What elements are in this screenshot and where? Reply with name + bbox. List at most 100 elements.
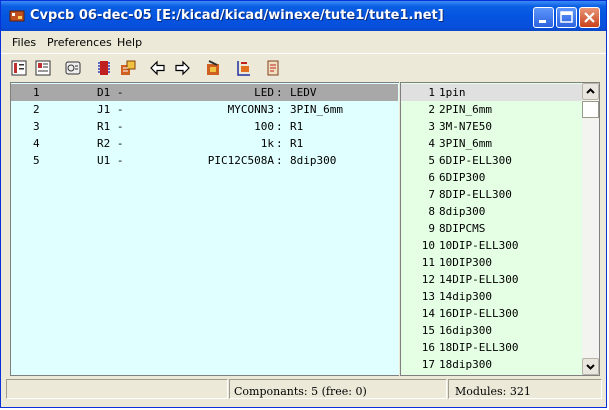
module-number: 15 bbox=[421, 324, 435, 337]
footprint-separator: : bbox=[276, 154, 283, 167]
modules-list[interactable]: 1 1pin 2 2PIN_6mm 3 3M-N7E50 4 3PIN_6mm 5 6DIP-EL… bbox=[400, 82, 600, 376]
component-reference: U1 - bbox=[97, 154, 124, 167]
component-row[interactable]: 4 R2 - 1k: R1 bbox=[11, 135, 398, 152]
module-icon[interactable] bbox=[95, 59, 113, 77]
components-count: Componants: 5 (free: 0) bbox=[234, 385, 367, 398]
module-row[interactable]: 16 18DIP-ELL300 bbox=[401, 339, 582, 356]
module-name: 3M-N7E50 bbox=[439, 120, 492, 133]
component-number: 3 bbox=[33, 120, 40, 133]
component-row[interactable]: 5 U1 - PIC12C508A:8dip300 bbox=[11, 152, 398, 169]
netlist-icon[interactable] bbox=[10, 59, 28, 77]
component-value: 100 bbox=[254, 120, 274, 133]
module-number: 13 bbox=[421, 290, 435, 303]
prev-arrow-icon[interactable] bbox=[149, 59, 167, 77]
next-arrow-icon[interactable] bbox=[173, 59, 191, 77]
menu-files[interactable]: Files bbox=[12, 36, 36, 49]
component-value: MYCONN3 bbox=[227, 103, 274, 116]
module-number: 9 bbox=[428, 222, 435, 235]
module-row[interactable]: 14 16DIP-ELL300 bbox=[401, 305, 582, 322]
module-name: 18DIP-ELL300 bbox=[439, 341, 519, 354]
title-bar[interactable]: Cvpcb 06-dec-05 [E:/kicad/kicad/winexe/t… bbox=[1, 1, 606, 31]
toolbar bbox=[1, 53, 606, 82]
module-name: 1pin bbox=[439, 86, 466, 99]
module-row[interactable]: 4 3PIN_6mm bbox=[401, 135, 582, 152]
save-icon[interactable] bbox=[34, 59, 52, 77]
module-row[interactable]: 15 16dip300 bbox=[401, 322, 582, 339]
module-row[interactable]: 1 1pin bbox=[401, 84, 582, 101]
component-reference: R2 - bbox=[97, 137, 124, 150]
cvpcb-window: Cvpcb 06-dec-05 [E:/kicad/kicad/winexe/t… bbox=[0, 0, 607, 408]
component-row[interactable]: 3 R1 - 100: R1 bbox=[11, 118, 398, 135]
component-value: PIC12C508A bbox=[207, 154, 274, 167]
module-row[interactable]: 2 2PIN_6mm bbox=[401, 101, 582, 118]
footprint-separator: : bbox=[276, 86, 283, 99]
minimize-button[interactable] bbox=[533, 7, 554, 28]
module-number: 3 bbox=[428, 120, 435, 133]
module-number: 16 bbox=[421, 341, 435, 354]
components-list[interactable]: 1 D1 - LED: LEDV 2 J1 - MYCONN3:3PIN_6mm 3 R1 -1… bbox=[10, 82, 399, 376]
status-field-modules: Modules: 321 bbox=[448, 379, 602, 399]
module-row[interactable]: 10 10DIP-ELL300 bbox=[401, 237, 582, 254]
module-name: 16DIP-ELL300 bbox=[439, 307, 519, 320]
module-name: 8DIP-ELL300 bbox=[439, 188, 512, 201]
module-name: 14dip300 bbox=[439, 290, 492, 303]
scroll-down-button[interactable] bbox=[582, 358, 599, 375]
app-icon bbox=[9, 10, 25, 22]
module-row[interactable]: 8 8dip300 bbox=[401, 203, 582, 220]
component-number: 5 bbox=[33, 154, 40, 167]
module-row[interactable]: 7 8DIP-ELL300 bbox=[401, 186, 582, 203]
close-icon bbox=[584, 12, 595, 23]
component-reference: R1 - bbox=[97, 120, 124, 133]
scroll-thumb[interactable] bbox=[582, 101, 599, 118]
auto-assoc-icon[interactable] bbox=[119, 59, 137, 77]
module-name: 8DIPCMS bbox=[439, 222, 486, 235]
scroll-up-button[interactable] bbox=[582, 83, 599, 100]
component-footprint: LEDV bbox=[290, 86, 317, 99]
status-field-blank bbox=[6, 379, 228, 399]
module-name: 2PIN_6mm bbox=[439, 103, 492, 116]
module-number: 1 bbox=[428, 86, 435, 99]
footprint-separator: : bbox=[276, 103, 283, 116]
close-button[interactable] bbox=[579, 7, 600, 28]
chevron-up-icon bbox=[586, 88, 595, 94]
status-field-components: Componants: 5 (free: 0) bbox=[229, 379, 447, 399]
module-number: 10 bbox=[421, 239, 435, 252]
module-row[interactable]: 17 18dip300 bbox=[401, 356, 582, 373]
chevron-down-icon bbox=[586, 364, 595, 370]
module-number: 8 bbox=[428, 205, 435, 218]
doc-icon[interactable] bbox=[264, 59, 282, 77]
footprint-separator: : bbox=[276, 137, 283, 150]
module-row[interactable]: 9 8DIPCMS bbox=[401, 220, 582, 237]
maximize-button[interactable] bbox=[556, 7, 577, 28]
module-row[interactable]: 12 14DIP-ELL300 bbox=[401, 271, 582, 288]
module-name: 16dip300 bbox=[439, 324, 492, 337]
maximize-icon bbox=[560, 11, 573, 23]
module-row[interactable]: 13 14dip300 bbox=[401, 288, 582, 305]
delete-assoc-icon[interactable] bbox=[204, 59, 222, 77]
module-number: 5 bbox=[428, 154, 435, 167]
modules-scrollbar[interactable] bbox=[582, 83, 599, 375]
module-row[interactable]: 3 3M-N7E50 bbox=[401, 118, 582, 135]
component-footprint: R1 bbox=[290, 120, 304, 133]
window-title: Cvpcb 06-dec-05 [E:/kicad/kicad/winexe/t… bbox=[30, 8, 444, 23]
menu-help[interactable]: Help bbox=[117, 36, 142, 49]
module-row[interactable]: 6 6DIP300 bbox=[401, 169, 582, 186]
filter-icon[interactable] bbox=[235, 59, 253, 77]
component-row[interactable]: 2 J1 - MYCONN3:3PIN_6mm bbox=[11, 101, 398, 118]
module-name: 3PIN_6mm bbox=[439, 137, 492, 150]
module-row[interactable]: 11 10DIP300 bbox=[401, 254, 582, 271]
component-number: 1 bbox=[33, 86, 40, 99]
module-number: 11 bbox=[421, 256, 435, 269]
module-name: 10DIP-ELL300 bbox=[439, 239, 519, 252]
component-reference: D1 - bbox=[97, 86, 124, 99]
module-number: 14 bbox=[421, 307, 435, 320]
component-value: LED bbox=[254, 86, 274, 99]
module-row[interactable]: 5 6DIP-ELL300 bbox=[401, 152, 582, 169]
module-name: 6DIP-ELL300 bbox=[439, 154, 512, 167]
module-number: 12 bbox=[421, 273, 435, 286]
library-icon[interactable] bbox=[64, 59, 82, 77]
component-reference: J1 - bbox=[97, 103, 124, 116]
component-row[interactable]: 1 D1 - LED: LEDV bbox=[11, 84, 398, 101]
menu-preferences[interactable]: Preferences bbox=[47, 36, 112, 49]
module-name: 8dip300 bbox=[439, 205, 486, 218]
